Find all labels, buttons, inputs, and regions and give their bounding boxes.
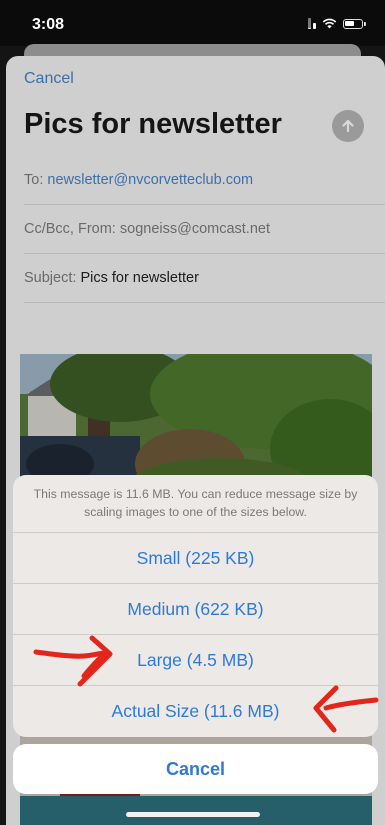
to-label: To: bbox=[24, 172, 44, 188]
resize-action-sheet: This message is 11.6 MB. You can reduce … bbox=[13, 475, 378, 737]
cc-from-field[interactable]: Cc/Bcc, From: sogneiss@comcast.net bbox=[24, 205, 385, 254]
subject-value: Pics for newsletter bbox=[80, 270, 199, 286]
arrow-up-icon bbox=[342, 119, 354, 133]
home-indicator[interactable] bbox=[126, 812, 260, 817]
send-button[interactable] bbox=[332, 110, 364, 142]
to-recipient[interactable]: newsletter@nvcorvetteclub.com bbox=[47, 172, 253, 188]
compose-cancel-button[interactable]: Cancel bbox=[24, 70, 74, 88]
to-field[interactable]: To: newsletter@nvcorvetteclub.com bbox=[24, 156, 385, 205]
cc-from-label: Cc/Bcc, From: bbox=[24, 221, 116, 237]
status-time: 3:08 bbox=[32, 16, 65, 33]
mail-app-screen: 3:08 Cancel Pics for newsletter To: news… bbox=[0, 0, 385, 825]
compose-title: Pics for newsletter bbox=[24, 108, 282, 140]
option-actual-size-button[interactable]: Actual Size (11.6 MB) bbox=[13, 686, 378, 737]
battery-icon bbox=[343, 18, 366, 29]
option-small-button[interactable]: Small (225 KB) bbox=[13, 533, 378, 584]
wifi-icon bbox=[322, 18, 337, 29]
action-sheet-cancel-button[interactable]: Cancel bbox=[13, 744, 378, 794]
action-sheet-message: This message is 11.6 MB. You can reduce … bbox=[13, 475, 378, 533]
subject-field[interactable]: Subject: Pics for newsletter bbox=[24, 254, 385, 303]
option-large-button[interactable]: Large (4.5 MB) bbox=[13, 635, 378, 686]
status-icons bbox=[308, 18, 366, 29]
from-address: sogneiss@comcast.net bbox=[119, 221, 270, 237]
status-bar: 3:08 bbox=[0, 0, 385, 46]
cellular-signal-icon bbox=[308, 18, 316, 29]
option-medium-button[interactable]: Medium (622 KB) bbox=[13, 584, 378, 635]
subject-label: Subject: bbox=[24, 270, 77, 286]
